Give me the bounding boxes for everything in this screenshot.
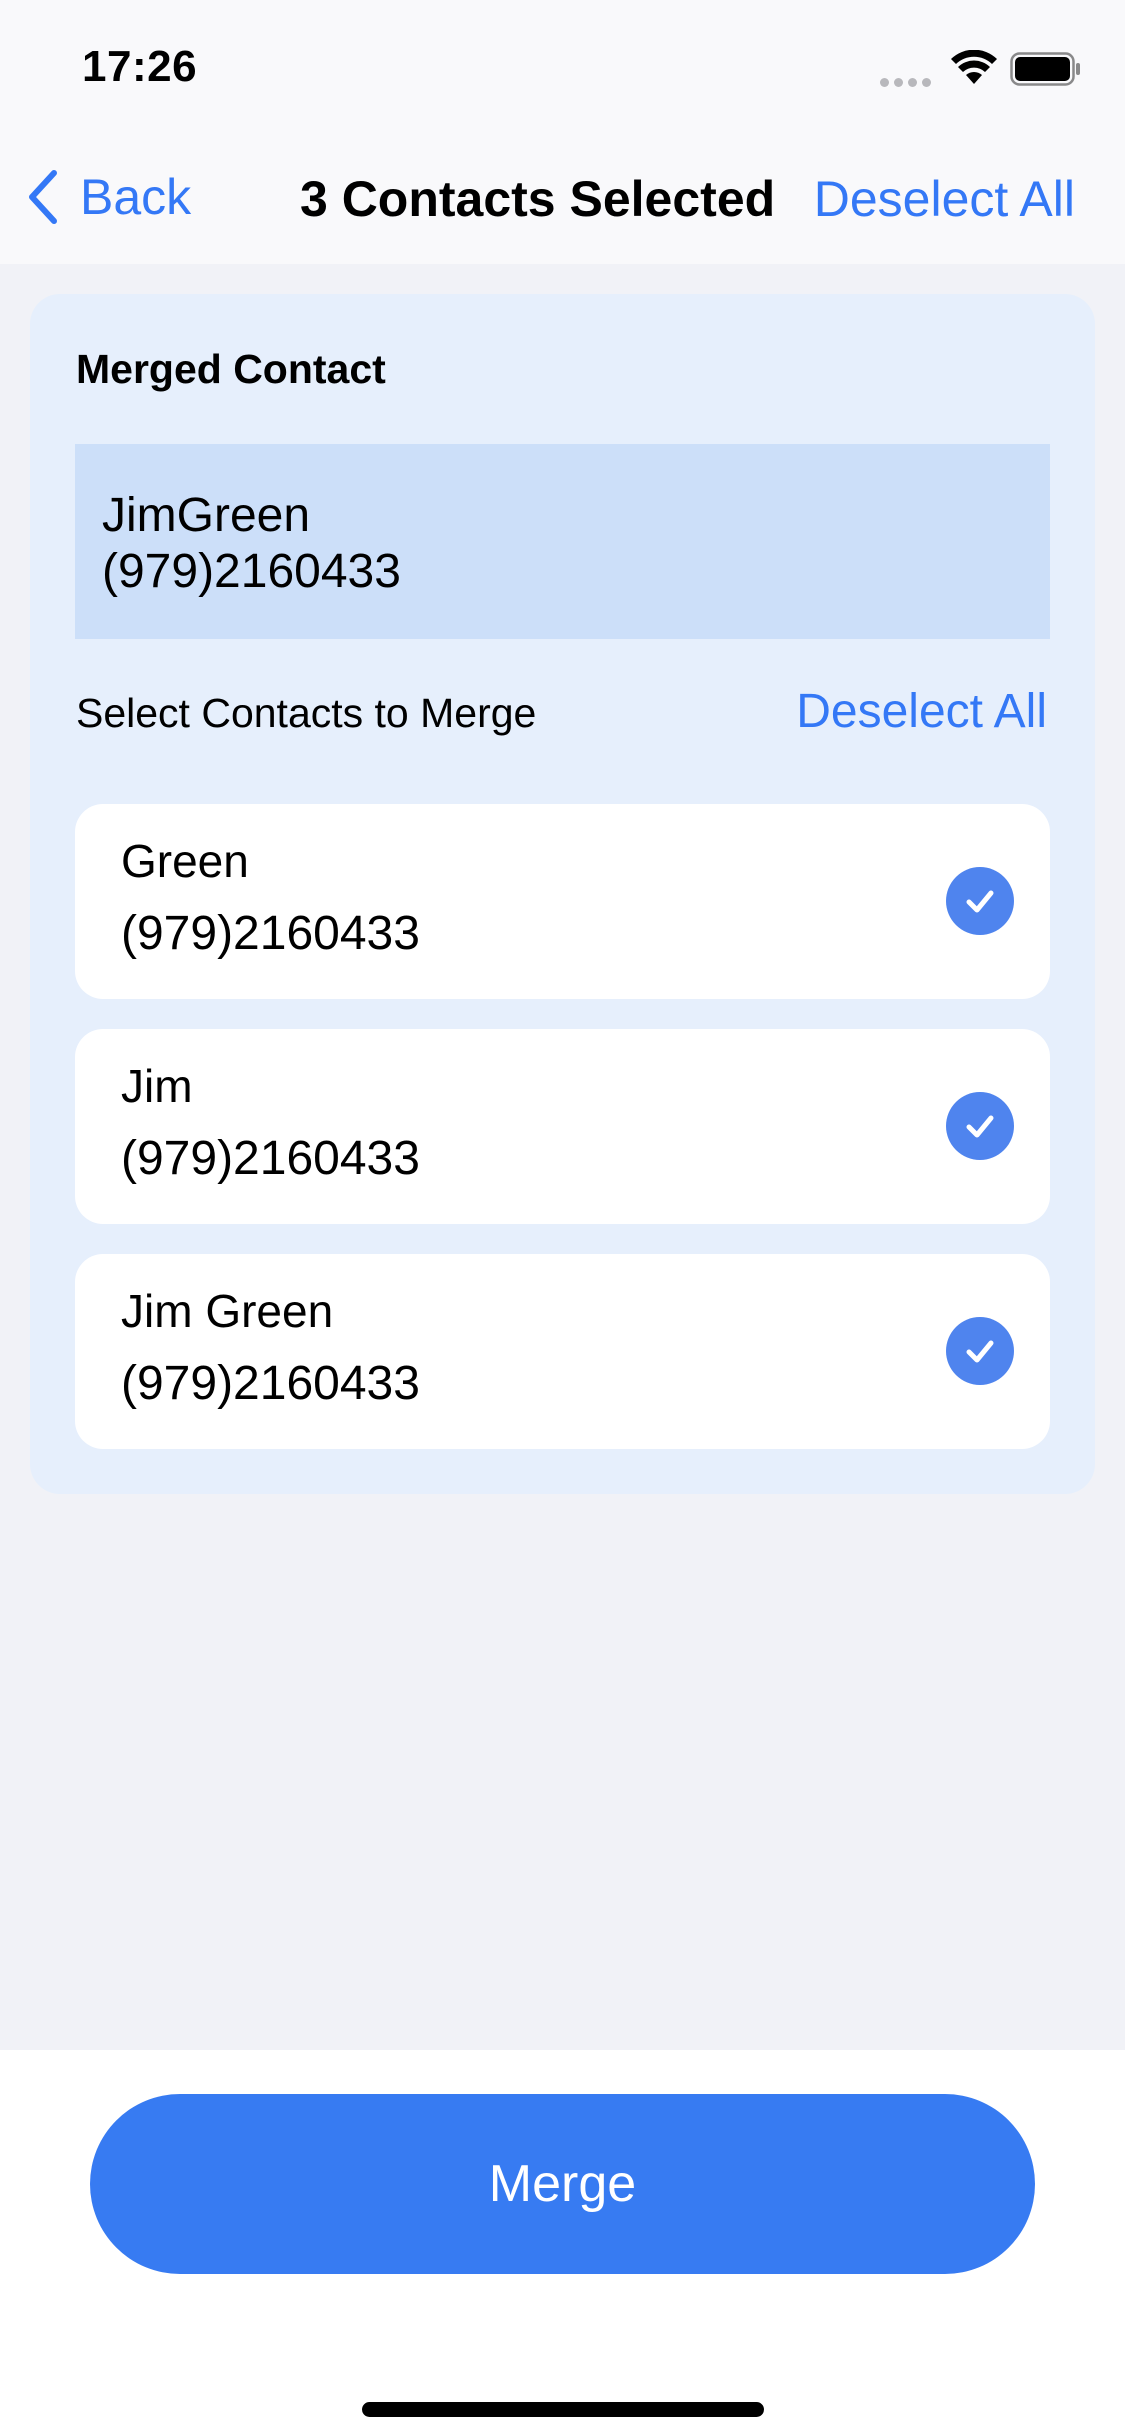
contact-phone: (979)2160433 [121,907,420,960]
home-indicator [362,2402,764,2417]
wifi-icon [951,50,997,84]
checkmark-circle-icon[interactable] [946,1317,1014,1385]
contact-phone: (979)2160433 [121,1132,420,1185]
contact-name: Green [121,835,249,887]
back-button[interactable]: Back [24,164,191,230]
battery-icon [1010,52,1080,86]
contact-name: Jim Green [121,1285,334,1337]
navigation-bar: Back 3 Contacts Selected Deselect All [0,132,1125,264]
checkmark-circle-icon[interactable] [946,867,1014,935]
deselect-all-contacts-button[interactable]: Deselect All [796,684,1047,739]
merge-button[interactable]: Merge [90,2094,1035,2274]
contact-row[interactable]: Jim (979)2160433 [75,1029,1050,1224]
contact-phone: (979)2160433 [121,1357,420,1410]
merged-contact-name: JimGreen [102,489,311,542]
contact-row[interactable]: Jim Green (979)2160433 [75,1254,1050,1449]
deselect-all-button[interactable]: Deselect All [814,170,1075,228]
select-contacts-label: Select Contacts to Merge [76,690,537,736]
screen: 17:26 Back 3 Contacts Selected Deselect … [0,0,1125,2436]
cellular-signal-icon [880,74,936,92]
status-time: 17:26 [82,42,198,91]
back-label: Back [80,169,192,225]
merge-card: Merged Contact JimGreen (979)2160433 Sel… [30,294,1095,1494]
merged-contact-preview: JimGreen (979)2160433 [75,444,1050,639]
merged-contact-phone: (979)2160433 [102,545,401,598]
checkmark-circle-icon[interactable] [946,1092,1014,1160]
chevron-left-icon [29,170,57,224]
contact-row[interactable]: Green (979)2160433 [75,804,1050,999]
merged-contact-heading: Merged Contact [76,346,386,392]
bottom-action-panel: Merge [0,2050,1125,2436]
status-bar: 17:26 [0,0,1125,132]
contact-name: Jim [121,1060,193,1112]
page-title: 3 Contacts Selected [300,171,776,227]
